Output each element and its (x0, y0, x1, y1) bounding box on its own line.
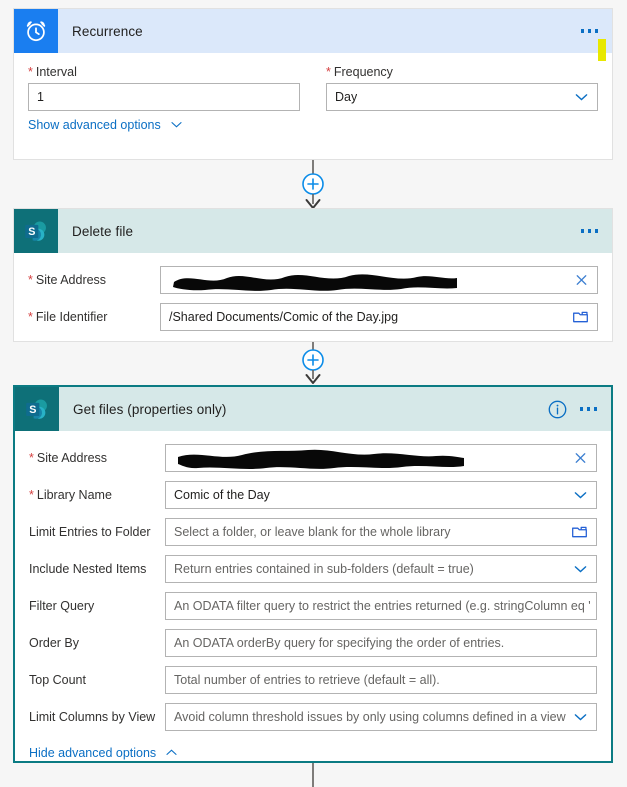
file-identifier-input[interactable]: /Shared Documents/Comic of the Day.jpg (160, 303, 598, 331)
field-label-site-address: * Site Address (28, 272, 107, 287)
field-top-count: Top Count Total number of entries to ret… (29, 666, 597, 694)
info-icon[interactable] (547, 399, 568, 420)
field-label-top-count: Top Count (29, 673, 86, 687)
clear-icon[interactable] (572, 450, 589, 467)
field-site-address: * Site Address (28, 266, 598, 294)
field-label-frequency: * Frequency (326, 64, 393, 79)
top-count-input[interactable]: Total number of entries to retrieve (def… (165, 666, 597, 694)
chevron-down-icon[interactable] (572, 487, 589, 504)
chevron-down-icon[interactable] (572, 709, 589, 726)
chevron-up-icon (166, 749, 177, 755)
connector-delete-file-to-get-files (0, 342, 627, 386)
field-interval: * Interval 1 (28, 65, 300, 111)
frequency-dropdown[interactable]: Day (326, 83, 598, 111)
field-label-interval: * Interval (28, 64, 77, 79)
field-label-include-nested-items: Include Nested Items (29, 562, 147, 576)
field-library-name: * Library Name Comic of the Day (29, 481, 597, 509)
sharepoint-icon: S (14, 209, 58, 253)
highlight-marker (598, 39, 606, 61)
field-label-limit-columns-by-view: Limit Columns by View (29, 710, 156, 724)
chevron-down-icon (171, 122, 182, 128)
field-label-order-by: Order By (29, 636, 80, 650)
limit-columns-by-view-dropdown[interactable]: Avoid column threshold issues by only us… (165, 703, 597, 731)
field-file-identifier: * File Identifier /Shared Documents/Comi… (28, 303, 598, 331)
limit-entries-to-folder-input[interactable]: Select a folder, or leave blank for the … (165, 518, 597, 546)
svg-text:S: S (28, 226, 35, 238)
card-title-delete-file: Delete file (72, 223, 134, 239)
field-label-filter-query: Filter Query (29, 599, 95, 613)
show-advanced-options-link-recurrence[interactable]: Show advanced options (28, 117, 184, 132)
svg-text:S: S (29, 404, 36, 416)
interval-input[interactable]: 1 (28, 83, 300, 111)
required-asterisk: * (29, 450, 34, 465)
required-asterisk: * (326, 64, 331, 79)
card-header-recurrence[interactable]: Recurrence (14, 9, 612, 61)
card-title-recurrence: Recurrence (72, 23, 143, 39)
sharepoint-icon: S (15, 387, 59, 431)
field-label-limit-entries-to-folder: Limit Entries to Folder (29, 525, 151, 539)
flow-designer-canvas: Recurrence * Interval 1 * Frequency Day … (0, 0, 627, 787)
flow-card-delete-file[interactable]: S Delete file * Site Address * File Iden… (13, 208, 613, 342)
folder-picker-icon[interactable] (571, 309, 590, 326)
field-limit-columns-by-view: Limit Columns by View Avoid column thres… (29, 703, 597, 731)
card-header-get-files[interactable]: S Get files (properties only) (15, 387, 611, 431)
chevron-down-icon[interactable] (572, 561, 589, 578)
flow-card-recurrence[interactable]: Recurrence * Interval 1 * Frequency Day … (13, 8, 613, 160)
required-asterisk: * (29, 487, 34, 502)
card-title-get-files: Get files (properties only) (73, 401, 227, 417)
site-address-input[interactable] (165, 444, 597, 472)
field-limit-entries-to-folder: Limit Entries to Folder Select a folder,… (29, 518, 597, 546)
card-body-get-files: * Site Address * Library Name Comic of t… (15, 431, 611, 776)
card-menu-delete-file[interactable] (580, 229, 598, 233)
order-by-input[interactable]: An ODATA orderBy query for specifying th… (165, 629, 597, 657)
card-menu-get-files[interactable] (579, 407, 597, 411)
required-asterisk: * (28, 64, 33, 79)
redaction-overlay (169, 270, 567, 291)
chevron-down-icon[interactable] (573, 89, 590, 106)
hide-advanced-options-link-get-files[interactable]: Hide advanced options (29, 745, 179, 760)
alarm-clock-icon (14, 9, 58, 53)
card-body-recurrence: * Interval 1 * Frequency Day Show advanc… (14, 53, 612, 148)
required-asterisk: * (28, 309, 33, 324)
include-nested-items-dropdown[interactable]: Return entries contained in sub-folders … (165, 555, 597, 583)
field-include-nested-items: Include Nested Items Return entries cont… (29, 555, 597, 583)
field-frequency: * Frequency Day (326, 65, 598, 111)
redaction-overlay (174, 448, 566, 469)
filter-query-input[interactable]: An ODATA filter query to restrict the en… (165, 592, 597, 620)
site-address-input[interactable] (160, 266, 598, 294)
flow-card-get-files-properties-only[interactable]: S Get files (properties only) * Site Add… (13, 385, 613, 763)
library-name-dropdown[interactable]: Comic of the Day (165, 481, 597, 509)
field-filter-query: Filter Query An ODATA filter query to re… (29, 592, 597, 620)
field-label-site-address: * Site Address (29, 450, 108, 465)
clear-icon[interactable] (573, 272, 590, 289)
connector-stub-below-get-files (0, 763, 627, 787)
connector-recurrence-to-delete-file (0, 160, 627, 212)
required-asterisk: * (28, 272, 33, 287)
folder-picker-icon[interactable] (570, 524, 589, 541)
card-body-delete-file: * Site Address * File Identifier /Shared… (14, 253, 612, 345)
field-label-file-identifier: * File Identifier (28, 309, 108, 324)
field-site-address: * Site Address (29, 444, 597, 472)
card-menu-recurrence[interactable] (580, 29, 598, 33)
field-label-library-name: * Library Name (29, 487, 112, 502)
card-header-delete-file[interactable]: S Delete file (14, 209, 612, 253)
field-order-by: Order By An ODATA orderBy query for spec… (29, 629, 597, 657)
